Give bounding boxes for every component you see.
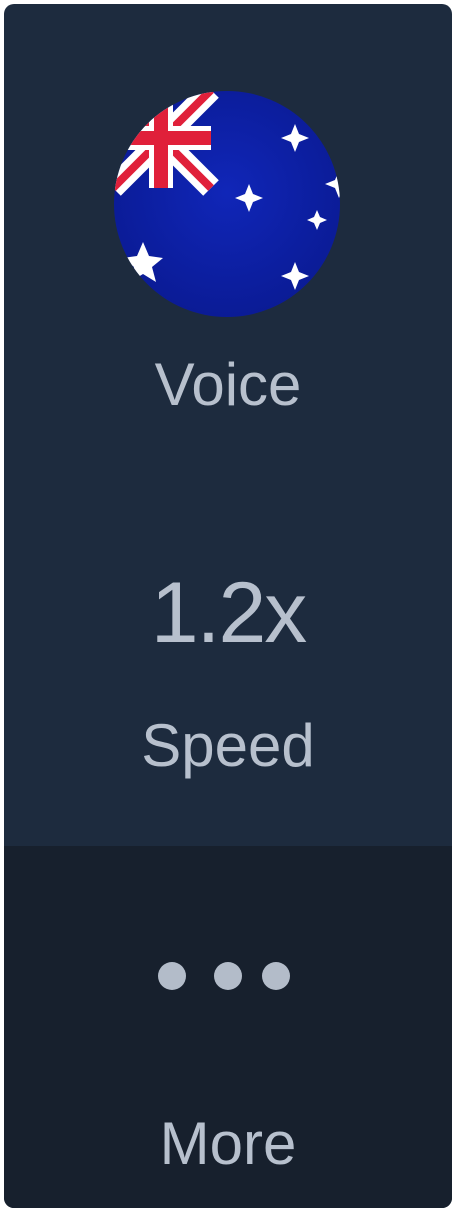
- australia-flag-icon: [114, 91, 340, 317]
- more-label: More: [159, 1110, 297, 1177]
- voice-controls-panel: Voice 1.2x Speed More: [4, 4, 452, 1208]
- more-button[interactable]: More: [4, 846, 452, 1208]
- ellipsis-icon: [158, 958, 298, 994]
- speed-button[interactable]: 1.2x Speed: [4, 434, 452, 846]
- speed-value: 1.2x: [150, 565, 308, 661]
- ellipsis-dot: [158, 962, 186, 990]
- voice-label: Voice: [154, 351, 302, 418]
- voice-button[interactable]: Voice: [4, 4, 452, 434]
- ellipsis-dot: [214, 962, 242, 990]
- ellipsis-dot: [262, 962, 290, 990]
- speed-label: Speed: [141, 712, 315, 779]
